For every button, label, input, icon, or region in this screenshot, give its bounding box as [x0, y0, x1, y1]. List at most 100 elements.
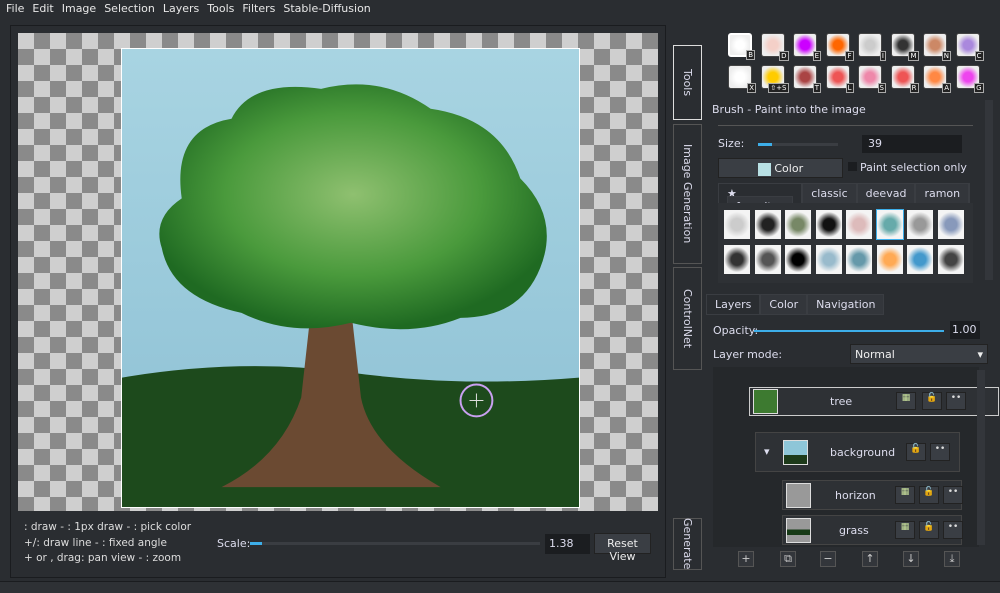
layer-name: horizon [835, 489, 876, 502]
menu-selection[interactable]: Selection [104, 2, 155, 15]
delete-layer-icon[interactable]: − [820, 551, 836, 567]
tab-image-generation[interactable]: Image Generation [673, 124, 702, 264]
smudge-tool-button[interactable]: M [890, 33, 919, 61]
move-layer-up-icon[interactable]: ↑ [862, 551, 878, 567]
brush-preset[interactable] [876, 245, 903, 274]
paint-selection-label: Paint selection only [860, 161, 967, 174]
layer-name: grass [839, 524, 869, 537]
scale-label: Scale: [217, 537, 251, 550]
menu-edit[interactable]: Edit [32, 2, 53, 15]
alpha-lock-icon[interactable]: ▦ [895, 486, 915, 504]
menu-filters[interactable]: Filters [242, 2, 275, 15]
menu-image[interactable]: Image [62, 2, 96, 15]
tool-shortcut-key: B [746, 50, 755, 60]
image-canvas[interactable] [121, 48, 580, 508]
lock-icon[interactable]: 🔓 [906, 443, 926, 461]
tool-shortcut-key: L [845, 83, 854, 93]
opacity-input[interactable]: 1.00 [950, 321, 980, 339]
tool-shortcut-key: A [942, 83, 951, 93]
brush-preset[interactable] [724, 210, 750, 239]
brush-preset[interactable] [754, 210, 781, 239]
collapse-arrow-icon[interactable]: ▾ [764, 445, 770, 458]
reset-view-button[interactable]: Reset View [594, 533, 651, 563]
tab-controlnet[interactable]: ControlNet [673, 267, 702, 370]
hint-pan: + or , drag: pan view - : zoom [24, 552, 182, 564]
scale-slider-fill [250, 542, 262, 545]
color-picker-tool-button[interactable]: C [955, 33, 984, 61]
layer-name: background [830, 446, 896, 459]
move-layer-down-icon[interactable]: ↓ [903, 551, 919, 567]
clone-tool-button[interactable]: N [923, 33, 951, 61]
layer-list-scrollbar[interactable] [977, 370, 985, 545]
menu-tools[interactable]: Tools [207, 2, 234, 15]
filter-tool-button[interactable]: I [858, 33, 886, 61]
gradient-tool-button[interactable]: F [825, 33, 854, 61]
brush-preset[interactable] [846, 245, 872, 274]
layer-group-background[interactable]: ▾ background 🔓 •• [755, 432, 960, 472]
brush-preset[interactable] [754, 245, 781, 274]
scale-slider[interactable] [250, 542, 540, 545]
brush-tool-button[interactable]: B [728, 33, 755, 60]
selection-tool-button[interactable]: ⇧+S [760, 65, 789, 93]
tools-scrollbar[interactable] [985, 100, 993, 280]
brush-preset[interactable] [815, 245, 842, 274]
docker-tabs: Layers Color Navigation [706, 294, 885, 315]
visibility-eye-icon[interactable]: •• [946, 392, 966, 410]
scale-input[interactable]: 1.38 [545, 534, 590, 554]
face-tool-button[interactable]: S [858, 65, 886, 93]
layer-grass[interactable]: grass ▦ 🔓 •• [782, 515, 963, 545]
layer-mode-select[interactable]: Normal ▾ [850, 344, 988, 364]
lasso-tool-button[interactable]: L [825, 65, 854, 93]
tab-tools[interactable]: Tools [673, 45, 702, 120]
chevron-down-icon: ▾ [977, 348, 983, 361]
smart-select-tool-button[interactable]: A [923, 65, 951, 93]
brush-preset[interactable] [907, 245, 933, 274]
generate-region-tool-button[interactable]: G [955, 65, 984, 93]
brush-preset[interactable] [785, 210, 811, 239]
brush-preset[interactable] [907, 210, 933, 239]
brush-preset[interactable] [815, 210, 842, 239]
menu-file[interactable]: File [6, 2, 24, 15]
brush-preset[interactable] [875, 209, 904, 240]
tool-shortcut-key: R [909, 83, 919, 93]
add-layer-icon[interactable]: + [738, 551, 754, 567]
size-input[interactable]: 39 [862, 135, 962, 153]
visibility-eye-icon[interactable]: •• [943, 521, 963, 539]
lock-icon[interactable]: 🔓 [922, 392, 942, 410]
line-tool-button[interactable]: D [760, 33, 789, 61]
brush-preset[interactable] [785, 245, 811, 274]
tool-shortcut-key: T [812, 83, 821, 93]
text-tool-button[interactable]: X [728, 65, 756, 93]
generate-button[interactable]: Generate [673, 518, 702, 570]
brush-preset[interactable] [937, 245, 964, 274]
layer-horizon[interactable]: horizon ▦ 🔓 •• [782, 480, 963, 510]
color-button[interactable]: Color [718, 158, 843, 178]
alpha-lock-icon[interactable]: ▦ [895, 521, 915, 539]
visibility-eye-icon[interactable]: •• [943, 486, 963, 504]
transform-tool-button[interactable]: T [793, 65, 821, 93]
lock-icon[interactable]: 🔓 [919, 486, 939, 504]
brush-preset[interactable] [937, 210, 964, 239]
visibility-eye-icon[interactable]: •• [930, 443, 950, 461]
alpha-lock-icon[interactable]: ▦ [896, 392, 916, 410]
brush-preset[interactable] [846, 210, 872, 239]
tab-image-generation-label: Image Generation [681, 144, 694, 244]
menu-layers[interactable]: Layers [163, 2, 199, 15]
tab-color[interactable]: Color [760, 294, 808, 315]
tab-layers[interactable]: Layers [706, 294, 761, 315]
tool-shortcut-key: S [877, 83, 886, 93]
brush-preset[interactable] [724, 245, 750, 274]
layer-tree[interactable]: tree ▦ 🔓 •• [749, 387, 999, 416]
tool-shortcut-key: D [779, 51, 789, 61]
menu-stable-diffusion[interactable]: Stable-Diffusion [283, 2, 370, 15]
paint-selection-checkbox[interactable] [848, 162, 857, 171]
rect-select-tool-button[interactable]: R [890, 65, 919, 93]
tool-shortcut-key: M [908, 51, 919, 61]
size-slider[interactable] [758, 143, 838, 146]
duplicate-layer-icon[interactable]: ⧉ [780, 551, 796, 567]
tab-navigation[interactable]: Navigation [807, 294, 885, 315]
opacity-slider[interactable] [754, 330, 944, 332]
lock-icon[interactable]: 🔓 [919, 521, 939, 539]
merge-down-icon[interactable]: ⤓ [944, 551, 960, 567]
fill-tool-button[interactable]: E [793, 33, 821, 61]
